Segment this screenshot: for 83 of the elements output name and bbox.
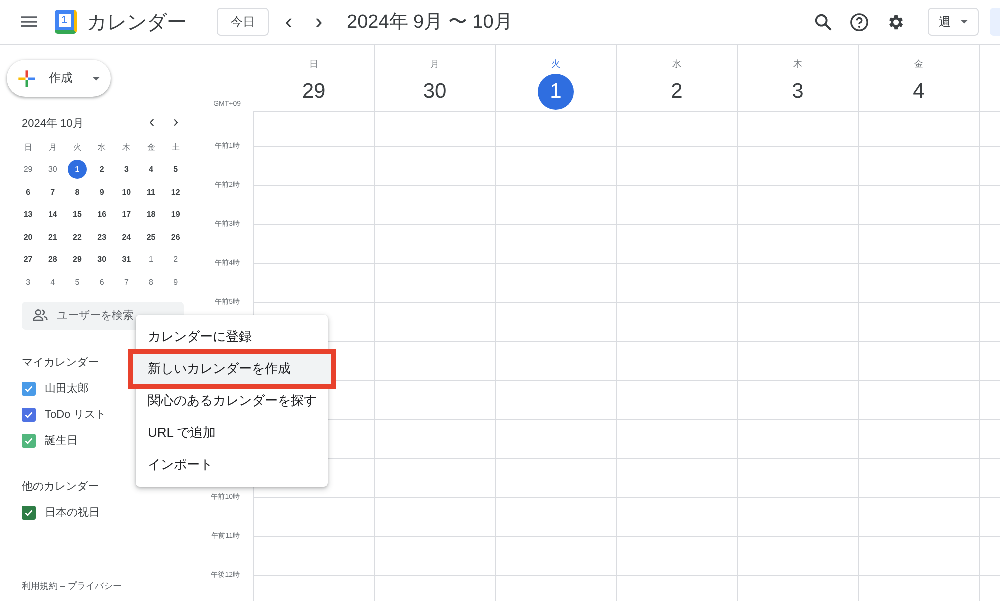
date-cell[interactable]: 26 bbox=[166, 228, 186, 247]
date-cell[interactable]: 1 bbox=[142, 250, 161, 270]
date-cell[interactable]: 23 bbox=[92, 228, 112, 247]
weekday-label: 日 bbox=[24, 142, 32, 153]
date-cell[interactable]: 14 bbox=[43, 205, 62, 224]
calendar-name: 日本の祝日 bbox=[45, 506, 100, 520]
view-dropdown[interactable]: 週 bbox=[928, 8, 979, 36]
date-range: 2024年 9月 〜 10月 bbox=[347, 11, 513, 35]
calendar-name: ToDo リスト bbox=[45, 408, 107, 422]
date-cell[interactable]: 6 bbox=[92, 272, 112, 292]
date-cell[interactable]: 16 bbox=[92, 205, 112, 224]
date-cell[interactable]: 8 bbox=[142, 272, 161, 292]
date-cell[interactable]: 27 bbox=[18, 250, 38, 270]
date-cell[interactable]: 30 bbox=[92, 250, 112, 270]
date-cell[interactable]: 17 bbox=[117, 205, 136, 224]
weekday-label: 木 bbox=[122, 142, 131, 153]
calendar-name: 山田太郎 bbox=[45, 382, 89, 396]
menu-item[interactable]: 関心のあるカレンダーを探す bbox=[136, 385, 328, 417]
section-title: 他のカレンダー bbox=[22, 480, 99, 494]
menu-item[interactable]: インポート bbox=[136, 449, 328, 481]
create-button[interactable]: 作成 bbox=[7, 60, 111, 97]
date-cell[interactable]: 12 bbox=[166, 182, 186, 202]
menu-item[interactable]: 新しいカレンダーを作成 bbox=[132, 353, 332, 385]
weekday-label: 土 bbox=[172, 142, 180, 153]
date-cell[interactable]: 18 bbox=[142, 205, 161, 224]
weekday-label: 火 bbox=[552, 58, 560, 71]
day-number[interactable]: 29 bbox=[296, 74, 332, 110]
date-cell[interactable]: 10 bbox=[117, 182, 136, 202]
date-cell[interactable]: 1 bbox=[68, 160, 87, 180]
date-cell[interactable]: 13 bbox=[18, 205, 38, 224]
previous-button[interactable]: ‹ bbox=[279, 9, 299, 35]
date-cell[interactable]: 29 bbox=[68, 250, 87, 270]
date-cell[interactable]: 4 bbox=[142, 160, 161, 180]
day-number[interactable]: 3 bbox=[780, 74, 816, 110]
section-title: マイカレンダー bbox=[22, 356, 99, 370]
date-cell[interactable]: 19 bbox=[166, 205, 186, 224]
date-cell[interactable]: 29 bbox=[18, 160, 38, 180]
next-month-button[interactable]: › bbox=[164, 114, 188, 132]
date-cell[interactable]: 21 bbox=[43, 228, 62, 247]
next-button[interactable]: › bbox=[309, 9, 329, 35]
weekday-label: 金 bbox=[147, 142, 156, 153]
date-cell[interactable]: 11 bbox=[142, 182, 161, 202]
weekday-label: 金 bbox=[914, 58, 924, 71]
day-number[interactable]: 4 bbox=[901, 74, 937, 110]
date-cell[interactable]: 3 bbox=[18, 272, 38, 292]
calendar-name: 誕生日 bbox=[45, 434, 78, 448]
weekday-label: 日 bbox=[310, 58, 318, 71]
date-cell[interactable]: 6 bbox=[18, 182, 38, 202]
app-title: カレンダー bbox=[87, 10, 188, 36]
date-cell[interactable]: 31 bbox=[117, 250, 136, 270]
today-button[interactable]: 今日 bbox=[217, 8, 269, 36]
date-cell[interactable]: 25 bbox=[142, 228, 161, 247]
date-cell[interactable]: 24 bbox=[117, 228, 136, 247]
date-cell[interactable]: 20 bbox=[18, 228, 38, 247]
weekday-label: 月 bbox=[430, 58, 440, 71]
weekday-label: 火 bbox=[73, 142, 82, 153]
date-cell[interactable]: 9 bbox=[92, 182, 112, 202]
date-cell[interactable]: 4 bbox=[43, 272, 62, 292]
date-cell[interactable]: 8 bbox=[68, 182, 87, 202]
date-cell[interactable]: 7 bbox=[117, 272, 136, 292]
date-cell[interactable]: 3 bbox=[117, 160, 136, 180]
date-cell[interactable]: 5 bbox=[68, 272, 87, 292]
weekday-label: 木 bbox=[794, 58, 802, 71]
weekday-label: 月 bbox=[48, 142, 57, 153]
date-cell[interactable]: 9 bbox=[166, 272, 186, 292]
date-cell[interactable]: 7 bbox=[43, 182, 62, 202]
weekday-label: 水 bbox=[672, 58, 682, 71]
menu-item[interactable]: URL で追加 bbox=[136, 417, 328, 449]
date-cell[interactable]: 15 bbox=[68, 205, 87, 224]
date-cell[interactable]: 22 bbox=[68, 228, 87, 247]
day-number[interactable]: 2 bbox=[659, 74, 695, 110]
date-cell[interactable]: 2 bbox=[166, 250, 186, 270]
day-number[interactable]: 1 bbox=[538, 74, 574, 110]
day-number[interactable]: 30 bbox=[417, 74, 453, 110]
calendar-logo-icon: 1 bbox=[55, 10, 77, 34]
month-title: 2024年 10月 bbox=[22, 116, 85, 130]
date-cell[interactable]: 30 bbox=[43, 160, 62, 180]
date-cell[interactable]: 28 bbox=[43, 250, 62, 270]
date-cell[interactable]: 2 bbox=[92, 160, 112, 180]
weekday-label: 水 bbox=[98, 142, 106, 153]
previous-month-button[interactable]: ‹ bbox=[140, 114, 164, 132]
date-cell[interactable]: 5 bbox=[166, 160, 186, 180]
footer-links[interactable]: 利用規約 – プライバシー bbox=[22, 580, 200, 593]
